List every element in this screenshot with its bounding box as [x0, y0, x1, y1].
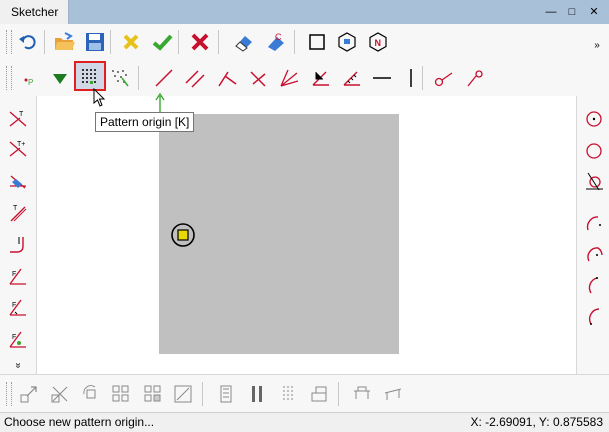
undo-icon[interactable] — [16, 30, 40, 54]
vertical-line-icon[interactable] — [399, 66, 423, 90]
open-folder-icon[interactable] — [52, 30, 76, 54]
cancel-yellow-x-icon[interactable] — [119, 30, 143, 54]
right-toolbar — [576, 96, 609, 374]
circle-line-icon[interactable] — [432, 66, 456, 90]
square-outline-icon[interactable] — [305, 30, 329, 54]
toolbar-grip[interactable] — [6, 30, 12, 54]
origin-indicator-arrow-icon — [154, 92, 166, 112]
maximize-button[interactable]: □ — [563, 4, 581, 20]
parallel-lines-icon[interactable] — [183, 66, 207, 90]
dimension-angle-icon[interactable] — [381, 382, 405, 406]
horizontal-line-icon[interactable] — [370, 66, 394, 90]
fillet-f2-icon[interactable]: F — [6, 295, 30, 319]
window-title: Sketcher — [11, 5, 59, 19]
toolbar-separator — [44, 30, 45, 54]
main-toolbar: C N » — [0, 24, 609, 61]
status-message: Choose new pattern origin... — [4, 415, 155, 429]
close-window-button[interactable]: ✕ — [585, 4, 603, 20]
close-red-x-icon[interactable] — [188, 30, 212, 54]
arc-icon[interactable] — [582, 211, 606, 235]
clear-eraser-icon[interactable]: C — [264, 30, 288, 54]
pattern-scatter-icon[interactable] — [108, 66, 132, 90]
cross-line-icon[interactable] — [246, 66, 270, 90]
fan-lines-icon[interactable] — [277, 66, 301, 90]
mouse-cursor-icon — [93, 87, 107, 108]
toolbar-separator — [338, 382, 339, 406]
arc-line-icon[interactable] — [463, 66, 487, 90]
trim-icon[interactable]: T — [6, 107, 30, 131]
dashed-bars-icon[interactable] — [276, 382, 300, 406]
accept-checkmark-icon[interactable] — [150, 30, 174, 54]
stamp-icon[interactable] — [307, 382, 331, 406]
toolbar-overflow-button[interactable]: » — [587, 40, 607, 51]
toolbar-grip[interactable] — [6, 382, 12, 406]
drawing-toolbar: P — [0, 60, 609, 97]
rotate-icon[interactable] — [79, 382, 103, 406]
scale-icon[interactable] — [171, 382, 195, 406]
toolbar-separator — [218, 30, 219, 54]
bottom-toolbar — [0, 374, 609, 413]
toolbar-separator — [138, 66, 139, 90]
corner-hatch-icon[interactable] — [340, 66, 364, 90]
save-icon[interactable] — [83, 30, 107, 54]
minimize-button[interactable]: — — [542, 4, 560, 20]
fillet-f3-icon[interactable]: F — [6, 327, 30, 351]
toolbar-separator — [422, 66, 423, 90]
triangle-down-icon[interactable] — [48, 66, 72, 90]
circle-tangent-icon[interactable] — [582, 169, 606, 193]
cursor-coordinates: X: -2.69091, Y: 0.875583 — [470, 415, 603, 429]
trim-both-icon[interactable]: T+ — [6, 137, 30, 161]
extend-line-icon[interactable]: T — [6, 201, 30, 225]
tooltip: Pattern origin [K] — [95, 112, 195, 132]
pattern-origin-grid-icon[interactable] — [78, 65, 102, 89]
svg-text:T: T — [13, 205, 18, 212]
dimension-icon[interactable] — [350, 382, 374, 406]
line-icon[interactable] — [152, 66, 176, 90]
svg-text:N: N — [375, 38, 382, 48]
left-toolbar: T T+ T F F F » — [0, 96, 37, 374]
toolbar-grip[interactable] — [6, 66, 12, 90]
svg-text:T: T — [19, 111, 24, 118]
fillet-f-icon[interactable]: F — [6, 264, 30, 288]
toolbar-separator — [294, 30, 295, 54]
toolbar-separator — [202, 382, 203, 406]
hexagon-n-icon[interactable]: N — [366, 30, 390, 54]
arc-tangent-icon[interactable] — [582, 304, 606, 328]
svg-text:C: C — [275, 32, 282, 42]
move-copy-icon[interactable] — [48, 382, 72, 406]
svg-text:T+: T+ — [17, 141, 25, 148]
circle-icon[interactable] — [582, 139, 606, 163]
circle-center-icon[interactable] — [582, 107, 606, 131]
svg-text:P: P — [28, 78, 33, 87]
angle-line-icon[interactable] — [215, 66, 239, 90]
corner-line-icon[interactable] — [309, 66, 333, 90]
move-icon[interactable] — [17, 382, 41, 406]
arc-center-icon[interactable] — [582, 242, 606, 266]
hatch-icon[interactable] — [214, 382, 238, 406]
title-bar — [0, 0, 609, 24]
solid-bars-icon[interactable] — [245, 382, 269, 406]
hexagon-icon[interactable] — [335, 30, 359, 54]
point-icon[interactable]: P — [16, 66, 40, 90]
svg-text:F: F — [12, 334, 16, 341]
corner-fillet-icon[interactable] — [6, 233, 30, 257]
delete-segment-icon[interactable] — [6, 169, 30, 193]
svg-text:F: F — [12, 302, 16, 309]
arc-three-point-icon[interactable] — [582, 273, 606, 297]
svg-text:F: F — [12, 271, 16, 278]
toolbar-separator — [178, 30, 179, 54]
array-copy-icon[interactable] — [141, 382, 165, 406]
array-icon[interactable] — [109, 382, 133, 406]
sidebar-overflow-button[interactable]: » — [13, 356, 24, 376]
toolbar-separator — [110, 30, 111, 54]
pattern-origin-marker[interactable] — [170, 222, 196, 248]
eraser-icon[interactable] — [232, 30, 256, 54]
